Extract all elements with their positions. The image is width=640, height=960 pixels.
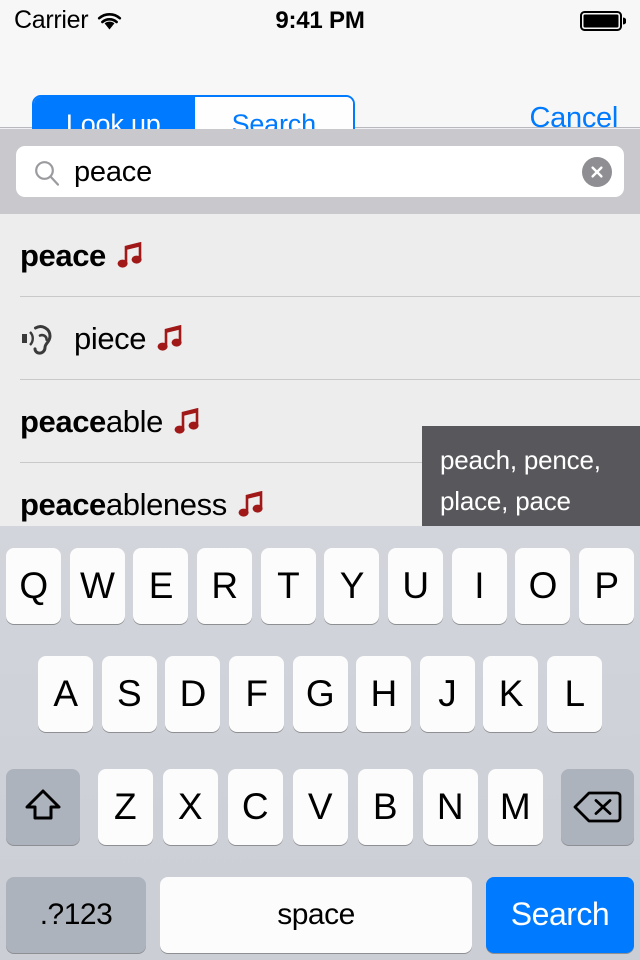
keyboard-row-2: A S D F G H J K L [0, 656, 640, 741]
keyboard-row-4: .?123 space Search [0, 872, 640, 957]
battery-full-icon [580, 11, 626, 31]
result-word-rest: ableness [105, 486, 227, 522]
key-i[interactable]: I [451, 548, 507, 624]
music-note-icon[interactable] [157, 324, 183, 353]
key-u[interactable]: U [387, 548, 443, 624]
key-j[interactable]: J [419, 656, 475, 732]
key-w[interactable]: W [69, 548, 125, 624]
app-screen: Carrier 9:41 PM Look up Search Cancel pe… [0, 0, 640, 960]
close-icon [591, 166, 603, 178]
result-row-content: piece [20, 297, 640, 380]
key-a[interactable]: A [38, 656, 93, 732]
music-note-icon[interactable] [174, 407, 200, 436]
keyboard-row-3: Z X C V B N M [0, 764, 640, 849]
suggestion-line-2: place, pace [440, 486, 571, 516]
search-key[interactable]: Search [486, 876, 634, 953]
numbers-key[interactable]: .?123 [6, 876, 146, 953]
keyboard-letters-row-3: Z X C V B N M [97, 768, 543, 845]
result-word-prefix: peace [20, 403, 106, 439]
key-f[interactable]: F [228, 656, 284, 732]
key-m[interactable]: M [487, 768, 543, 845]
key-n[interactable]: N [422, 768, 478, 845]
search-icon [35, 161, 60, 186]
search-input[interactable]: peace [74, 154, 152, 190]
result-word-prefix: peace [20, 237, 106, 273]
backspace-delete-icon [573, 791, 622, 822]
suggestion-line-1: peach, pence, [440, 445, 601, 475]
key-h[interactable]: H [356, 656, 412, 732]
key-z[interactable]: Z [97, 768, 153, 845]
result-word-rest: piece [74, 320, 147, 356]
music-note-icon[interactable] [117, 241, 143, 270]
result-word: peaceable [20, 404, 163, 440]
key-c[interactable]: C [227, 768, 283, 845]
key-l[interactable]: L [547, 656, 602, 732]
search-bar: peace [0, 129, 640, 214]
result-word-rest: able [105, 403, 163, 439]
navigation-bar: Look up Search Cancel [0, 40, 640, 153]
music-note-icon[interactable] [238, 490, 264, 519]
result-word: peace [20, 238, 106, 274]
results-list[interactable]: peace piece peaceable peaceableness peac… [0, 214, 640, 526]
key-k[interactable]: K [483, 656, 539, 732]
result-word: piece [74, 320, 147, 357]
key-r[interactable]: R [196, 548, 252, 624]
key-e[interactable]: E [133, 548, 189, 624]
key-d[interactable]: D [165, 656, 221, 732]
space-key[interactable]: space [160, 876, 472, 953]
key-s[interactable]: S [101, 656, 157, 732]
status-bar: Carrier 9:41 PM [0, 0, 640, 40]
key-o[interactable]: O [515, 548, 571, 624]
key-b[interactable]: B [357, 768, 413, 845]
result-word-prefix: peace [20, 486, 106, 522]
result-row-content: peace [20, 214, 640, 297]
ear-listen-icon[interactable] [20, 319, 62, 359]
suggestions-overlay[interactable]: peach, pence, place, pace [422, 426, 640, 526]
key-x[interactable]: X [162, 768, 218, 845]
search-field[interactable]: peace [16, 146, 624, 197]
shift-key[interactable] [6, 768, 80, 845]
clock-label: 9:41 PM [275, 7, 365, 34]
key-q[interactable]: Q [6, 548, 61, 624]
key-g[interactable]: G [292, 656, 348, 732]
table-row[interactable]: piece [0, 297, 640, 380]
key-v[interactable]: V [292, 768, 348, 845]
clear-circle-icon[interactable] [582, 157, 612, 187]
key-p[interactable]: P [578, 548, 634, 624]
keyboard-row-1: Q W E R T Y U I O P [0, 548, 640, 633]
on-screen-keyboard[interactable]: Q W E R T Y U I O P A S D F G H J K L Z … [0, 526, 640, 960]
table-row[interactable]: peace [0, 214, 640, 297]
key-y[interactable]: Y [324, 548, 380, 624]
delete-key[interactable] [560, 768, 634, 845]
shift-arrow-icon [25, 789, 61, 819]
key-t[interactable]: T [260, 548, 316, 624]
result-word: peaceableness [20, 487, 227, 523]
